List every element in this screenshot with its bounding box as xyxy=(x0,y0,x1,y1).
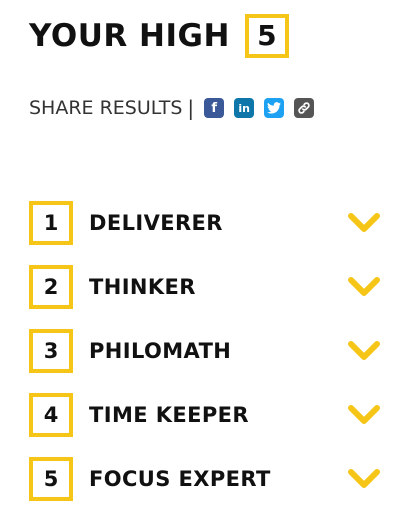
share-results-bar: SHARE RESULTS | f in xyxy=(29,96,319,120)
list-item[interactable]: 1 DELIVERER xyxy=(29,201,381,245)
result-label: PHILOMATH xyxy=(89,338,232,363)
chevron-down-icon[interactable] xyxy=(347,467,381,491)
chevron-down-icon[interactable] xyxy=(347,403,381,427)
rank-badge: 4 xyxy=(29,393,73,437)
header: YOUR HIGH 5 xyxy=(29,14,289,58)
list-item[interactable]: 5 FOCUS EXPERT xyxy=(29,457,381,501)
chain-link-icon xyxy=(298,102,310,114)
result-label: FOCUS EXPERT xyxy=(89,466,271,491)
rank-badge: 2 xyxy=(29,265,73,309)
share-label: SHARE RESULTS xyxy=(29,97,183,119)
list-item[interactable]: 2 THINKER xyxy=(29,265,381,309)
rank-badge: 5 xyxy=(29,457,73,501)
facebook-icon[interactable]: f xyxy=(204,98,225,118)
share-separator: | xyxy=(187,96,195,120)
twitter-icon[interactable] xyxy=(264,98,285,118)
high-count-badge: 5 xyxy=(244,14,289,58)
result-label: THINKER xyxy=(89,274,196,299)
chevron-down-icon[interactable] xyxy=(347,275,381,299)
rank-badge: 1 xyxy=(29,201,73,245)
list-item[interactable]: 3 PHILOMATH xyxy=(29,329,381,373)
twitter-bird-icon xyxy=(267,102,282,114)
linkedin-icon[interactable]: in xyxy=(234,98,255,118)
rank-badge: 3 xyxy=(29,329,73,373)
result-label: DELIVERER xyxy=(89,210,223,235)
list-item[interactable]: 4 TIME KEEPER xyxy=(29,393,381,437)
chevron-down-icon[interactable] xyxy=(347,339,381,363)
chevron-down-icon[interactable] xyxy=(347,211,381,235)
link-icon[interactable] xyxy=(294,98,315,118)
result-label: TIME KEEPER xyxy=(89,402,249,427)
results-list: 1 DELIVERER 2 THINKER 3 PHILOMATH 4 TIME… xyxy=(29,201,381,521)
page-title: YOUR HIGH xyxy=(29,17,230,54)
